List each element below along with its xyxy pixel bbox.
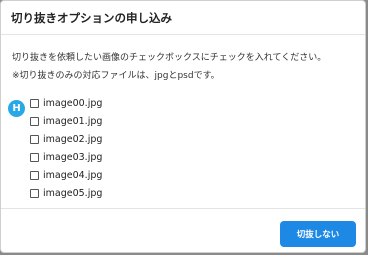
image-checkbox[interactable] [30, 134, 39, 144]
list-item[interactable]: image00.jpg [30, 94, 355, 112]
image-checkbox[interactable] [30, 98, 39, 108]
list-item[interactable]: image04.jpg [30, 166, 355, 184]
image-checkbox[interactable] [30, 170, 39, 180]
file-name: image05.jpg [43, 187, 103, 199]
file-name: image03.jpg [43, 151, 103, 163]
supported-files-note: ※切り抜きのみの対応ファイルは、jpgとpsdです。 [12, 71, 220, 81]
image-file-list: image00.jpg image01.jpg image02.jpg imag… [12, 94, 355, 202]
image-checkbox[interactable] [30, 188, 39, 198]
no-clipping-button[interactable]: 切抜しない [280, 221, 356, 247]
file-name: image01.jpg [43, 115, 103, 127]
h-badge-icon: H [8, 100, 25, 117]
image-checkbox[interactable] [30, 116, 39, 126]
clipping-option-dialog: 切り抜きオプションの申し込み 切り抜きを依頼したい画像のチェックボックスにチェッ… [0, 0, 366, 253]
list-item[interactable]: image03.jpg [30, 148, 355, 166]
dialog-title: 切り抜きオプションの申し込み [11, 10, 172, 25]
list-item[interactable]: image01.jpg [30, 112, 355, 130]
list-item[interactable]: image05.jpg [30, 184, 355, 202]
dialog-footer: 切抜しない [1, 208, 365, 252]
file-name: image04.jpg [43, 169, 103, 181]
list-item[interactable]: image02.jpg [30, 130, 355, 148]
dialog-body: 切り抜きを依頼したい画像のチェックボックスにチェックを入れてください。 ※切り抜… [1, 35, 365, 202]
file-name: image00.jpg [43, 97, 103, 109]
dialog-header: 切り抜きオプションの申し込み [1, 1, 365, 35]
image-checkbox[interactable] [30, 152, 39, 162]
file-name: image02.jpg [43, 133, 103, 145]
instruction-text: 切り抜きを依頼したい画像のチェックボックスにチェックを入れてください。 [12, 53, 327, 63]
